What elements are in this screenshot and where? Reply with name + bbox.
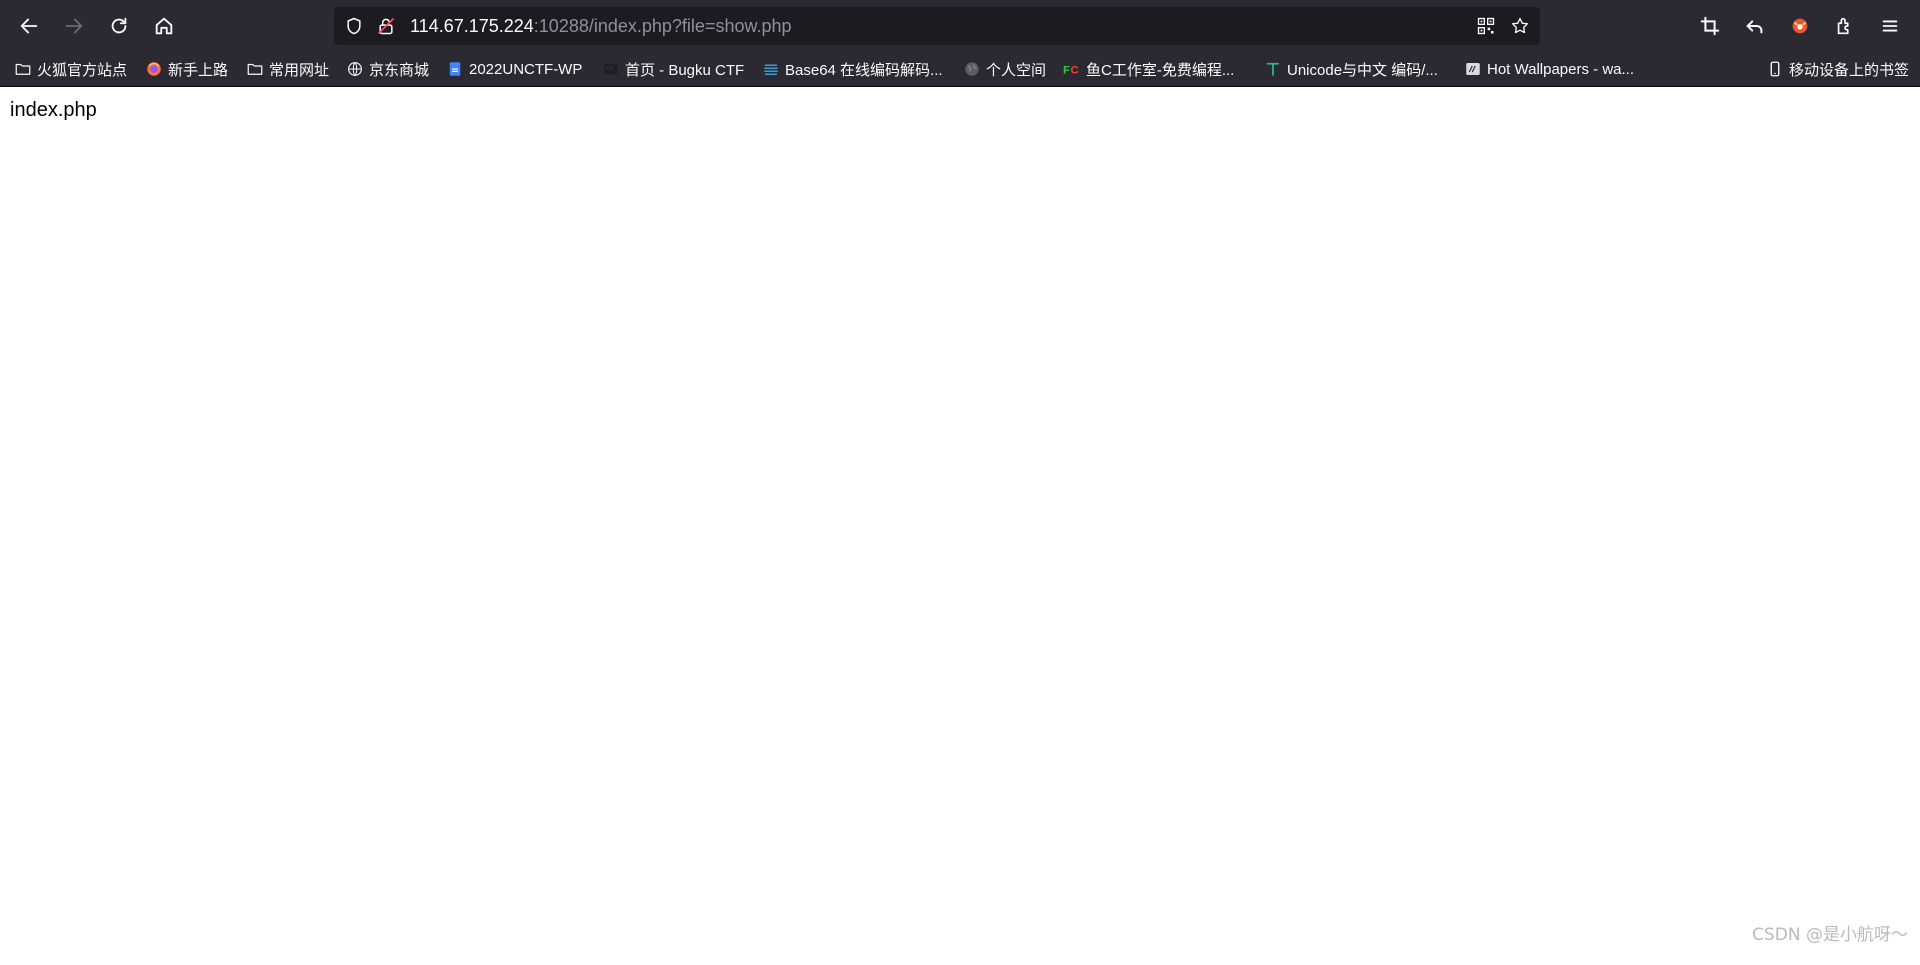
bookmark-label: 常用网址 [269,61,330,79]
home-button[interactable] [147,9,181,43]
svg-text:F: F [1063,65,1070,77]
bookmark-label: 2022UNCTF-WP [469,60,583,78]
globe-gray-icon [963,60,981,78]
bookmark-item[interactable]: Base64 在线编码解码... [762,57,943,81]
wallpaper-icon [1464,60,1482,78]
forward-button[interactable] [57,9,91,43]
bookmark-label: 京东商城 [369,61,430,79]
folder-icon [14,60,32,78]
puzzle-icon [1837,17,1849,35]
page-content-text: index.php [10,99,97,121]
screenshot-button[interactable] [1693,9,1727,43]
globe-icon [346,60,364,78]
bookmark-item[interactable]: 京东商城 [346,57,429,81]
bookmark-label: 移动设备上的书签 [1789,61,1910,79]
bookmark-star-icon[interactable] [1508,14,1532,38]
arrow-left-icon [20,18,38,34]
app-menu-button[interactable] [1873,9,1907,43]
crop-icon [1700,16,1720,36]
tracking-protection-shield-icon[interactable] [342,14,366,38]
bookmark-label: Unicode与中文 编码/... [1287,61,1438,79]
doc-icon [446,60,464,78]
undo-arrow-icon [1746,20,1763,34]
bookmark-label: 首页 - Bugku CTF [625,61,745,79]
address-bar[interactable]: 114.67.175.224:10288/index.php?file=show… [334,7,1540,45]
bookmark-item[interactable]: Hot Wallpapers - wa... [1464,57,1634,81]
extension-fox-button[interactable] [1783,9,1817,43]
bookmark-label: Base64 在线编码解码... [785,61,943,79]
bookmark-item[interactable]: FC 鱼C工作室-免费编程... [1063,57,1234,81]
mobile-icon [1766,60,1784,78]
bookmark-item[interactable]: 2022UNCTF-WP [446,57,582,81]
base64-icon [762,60,780,78]
undo-close-button[interactable] [1738,9,1772,43]
back-button[interactable] [12,9,46,43]
reload-button[interactable] [102,9,136,43]
bookmark-label: 火狐官方站点 [37,61,128,79]
bookmark-label: 新手上路 [168,61,229,79]
extensions-button[interactable] [1828,9,1862,43]
hamburger-menu-icon [1882,20,1898,32]
fox-extension-icon [1792,18,1808,34]
bookmark-label: 个人空间 [986,61,1047,79]
bookmark-item[interactable]: Unicode与中文 编码/... [1264,57,1438,81]
bookmark-item[interactable]: 常用网址 [246,57,329,81]
bookmarks-toolbar: 火狐官方站点 新手上路 常用网址 京东商城 2022UNCTF-WP 首页 - … [0,52,1920,87]
qr-code-icon[interactable] [1474,14,1498,38]
bookmark-item[interactable]: 首页 - Bugku CTF [602,57,744,81]
browser-toolbar: 114.67.175.224:10288/index.php?file=show… [0,0,1920,52]
svg-text:C: C [1071,65,1079,77]
folder-icon [246,60,264,78]
arrow-right-icon [65,18,83,34]
bookmark-item[interactable]: 新手上路 [145,57,228,81]
reload-icon [111,17,127,34]
firefox-icon [145,60,163,78]
home-icon [155,17,173,35]
bugku-icon [602,60,620,78]
bookmark-item[interactable]: 个人空间 [963,57,1046,81]
bookmark-item[interactable]: 火狐官方站点 [14,57,127,81]
insecure-lock-icon[interactable] [374,14,398,38]
csdn-watermark: CSDN @是小航呀～ [1752,925,1908,945]
bookmark-label: Hot Wallpapers - wa... [1487,60,1634,78]
mobile-bookmarks-item[interactable]: 移动设备上的书签 [1766,57,1909,81]
url-text[interactable]: 114.67.175.224:10288/index.php?file=show… [410,16,792,36]
bookmark-label: 鱼C工作室-免费编程... [1086,61,1235,79]
unicode-icon [1264,60,1282,78]
url-host: 114.67.175.224 [410,16,534,36]
url-path: :10288/index.php?file=show.php [533,16,792,36]
fc-icon: FC [1063,60,1081,78]
